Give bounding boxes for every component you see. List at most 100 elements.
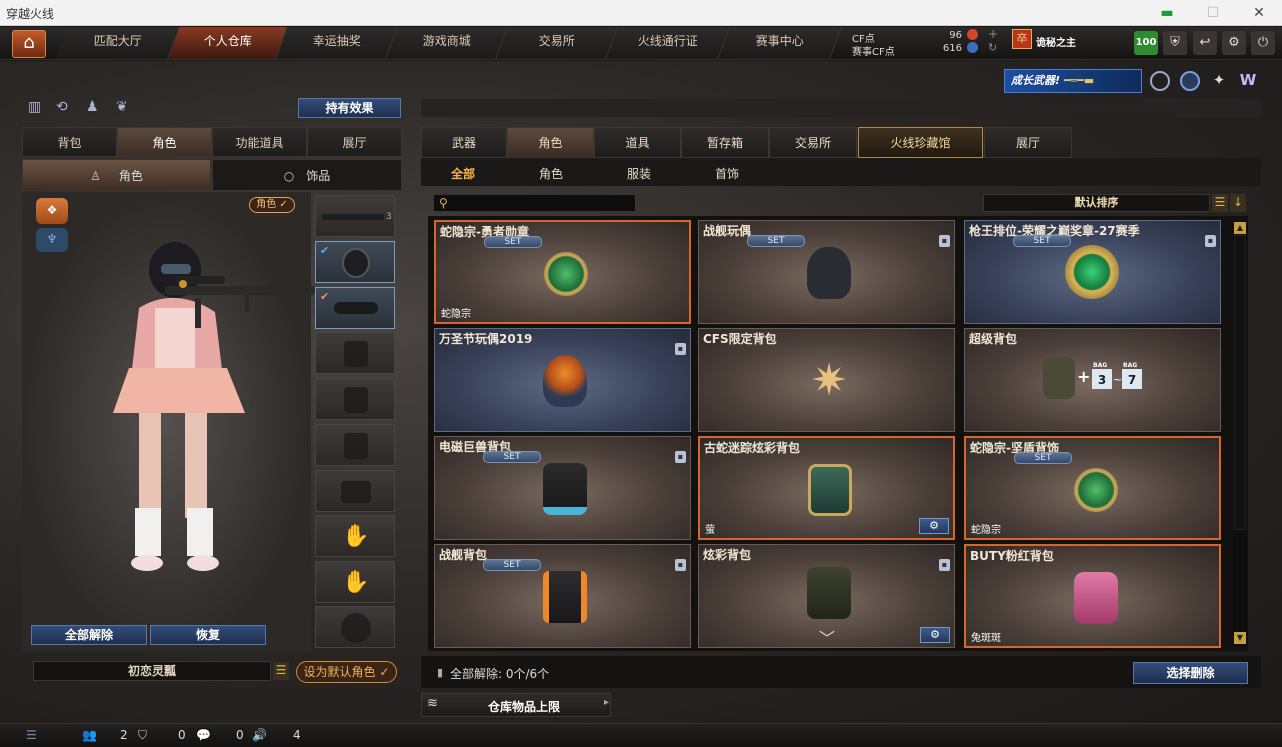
left-tab-hall[interactable]: 展厅 <box>307 127 402 157</box>
lock-icon: ▪ <box>939 235 950 247</box>
rotate-icon[interactable]: ⟲ <box>56 99 68 115</box>
wing-emblem-icon[interactable]: ♆ <box>36 228 68 252</box>
item-card[interactable]: CFS限定背包 ✷ <box>698 328 955 432</box>
subtab-accessory[interactable]: ○ 饰品 <box>212 159 402 191</box>
slot-face[interactable]: ✔ <box>315 287 395 329</box>
settings-gear-icon[interactable]: ⚙ <box>919 518 949 534</box>
set-default-button[interactable]: 设为默认角色 ✓ <box>296 661 397 683</box>
slot-gloves-gold[interactable]: ✋ <box>315 515 395 557</box>
slot-vest[interactable] <box>315 332 395 374</box>
left-tab-tools[interactable]: 功能道具 <box>212 127 307 157</box>
menu-icon[interactable]: ☰ <box>26 728 37 742</box>
home-button[interactable]: ⌂ <box>12 30 46 58</box>
item-card[interactable]: 蛇隐宗-坚盾背饰 SET 蛇隐宗 <box>964 436 1221 540</box>
item-card[interactable]: 炫彩背包 ▪ ﹀ ⚙ <box>698 544 955 648</box>
pink-backpack-icon <box>1074 572 1118 624</box>
right-tab-exchange[interactable]: 交易所 <box>769 127 857 158</box>
globe-icon[interactable] <box>1180 71 1200 91</box>
rank-icon[interactable] <box>1150 71 1170 91</box>
chevron-down-icon[interactable]: ﹀ <box>819 625 835 647</box>
w-logo-icon[interactable]: W <box>1238 71 1258 91</box>
pose-icon[interactable]: ♟ <box>86 99 99 115</box>
nav-tab-pass[interactable]: 火线通行证 <box>606 27 730 59</box>
item-card[interactable]: 电磁巨兽背包 SET ▪ <box>434 436 691 540</box>
layers-icon: ≋ <box>427 696 438 711</box>
power-icon[interactable]: ⏻ <box>1251 31 1275 55</box>
unequip-all-button[interactable]: 全部解除 <box>31 625 147 645</box>
minimize-button[interactable]: ▬ <box>1144 0 1190 26</box>
level-badge: 100 <box>1134 31 1158 55</box>
nav-tab-shop[interactable]: 游戏商城 <box>386 27 508 59</box>
right-tab-storage[interactable]: 暂存箱 <box>681 127 769 158</box>
shield-status-icon[interactable]: ⛉ <box>138 728 147 743</box>
slot-body[interactable] <box>315 424 395 466</box>
item-card[interactable]: 超级背包 + BAG 3 ~ BAG 7 <box>964 328 1221 432</box>
subtab-character[interactable]: ♙ 角色 <box>22 159 211 191</box>
role-badge[interactable]: 角色 ✓ <box>249 197 295 213</box>
item-card[interactable]: BUTY粉红背包 兔斑斑 <box>964 544 1221 648</box>
select-delete-button[interactable]: 选择删除 <box>1133 662 1248 684</box>
slot-pants[interactable] <box>315 470 395 512</box>
spark-icon[interactable]: ✦ <box>1209 71 1229 91</box>
left-tab-character[interactable]: 角色 <box>117 127 212 157</box>
filter-clothing[interactable]: 服装 <box>627 165 651 182</box>
nav-tab-warehouse[interactable]: 个人仓库 <box>168 27 288 59</box>
scroll-down-button[interactable]: ▼ <box>1234 632 1246 644</box>
slot-gloves-white[interactable]: ✋ <box>315 561 395 603</box>
slot-armor[interactable] <box>315 378 395 420</box>
search-input[interactable]: ⚲ <box>433 194 636 212</box>
wolf-emblem-icon[interactable]: ❖ <box>36 198 68 224</box>
search-icon: ⚲ <box>439 196 448 210</box>
left-tab-backpack[interactable]: 背包 <box>22 127 117 157</box>
nav-tab-exchange[interactable]: 交易所 <box>496 27 618 59</box>
back-arrow-icon[interactable]: ↩ <box>1193 31 1217 55</box>
scroll-up-button[interactable]: ▲ <box>1234 222 1246 234</box>
maximize-button[interactable]: ☐ <box>1190 0 1236 26</box>
growth-weapon-banner[interactable]: 成长武器! ━═━▬ <box>1004 69 1142 93</box>
settings-gear-icon[interactable]: ⚙ <box>920 627 950 643</box>
restore-button[interactable]: 恢复 <box>150 625 266 645</box>
nav-tab-lobby[interactable]: 匹配大厅 <box>56 27 180 59</box>
sort-select[interactable]: 默认排序 <box>983 194 1210 212</box>
filter-character[interactable]: 角色 <box>539 165 563 182</box>
item-card[interactable]: 万圣节玩偶2019 ▪ <box>434 328 691 432</box>
right-tab-items[interactable]: 道具 <box>594 127 681 158</box>
filter-all[interactable]: 全部 <box>451 165 475 182</box>
item-card[interactable]: 战舰背包 SET ▪ <box>434 544 691 648</box>
pet-icon[interactable]: ❦ <box>116 99 128 115</box>
list-icon[interactable]: ☰ <box>273 662 289 680</box>
right-tab-hall[interactable]: 展厅 <box>984 127 1072 158</box>
refresh-icon[interactable]: ↻ <box>988 41 997 54</box>
right-tab-character[interactable]: 角色 <box>507 127 594 158</box>
recharge-plus-icon[interactable]: + <box>988 27 998 41</box>
gear-icon[interactable]: ⚙ <box>1222 31 1246 55</box>
right-tab-weapons[interactable]: 武器 <box>421 127 507 158</box>
username[interactable]: 诡秘之主 <box>1036 34 1076 49</box>
effects-button[interactable]: 持有效果 <box>298 98 401 118</box>
item-card[interactable]: 蛇隐宗-勇者勋章 SET 蛇隐宗 <box>434 220 691 324</box>
character-name-field[interactable]: 初恋灵瓢 <box>33 661 271 681</box>
nav-tab-lottery[interactable]: 幸运抽奖 <box>276 27 398 59</box>
chat-icon[interactable]: 💬 <box>196 728 211 742</box>
character-figure <box>113 242 315 571</box>
pumpkin-doll-icon <box>543 355 587 407</box>
close-button[interactable]: ✕ <box>1236 0 1282 26</box>
storage-limit-bar[interactable]: ≋ 仓库物品上限 ▸ <box>421 693 611 717</box>
item-card[interactable]: 枪王排位-荣耀之巅奖章-27赛季 SET ▪ <box>964 220 1221 324</box>
sort-direction-icon[interactable]: ↓ <box>1230 194 1246 212</box>
slot-accessory[interactable] <box>315 606 395 648</box>
checkmark-icon: ✔ <box>320 244 330 257</box>
scrollbar-thumb[interactable] <box>1234 235 1246 530</box>
friends-icon[interactable]: 👥 <box>82 728 97 742</box>
filter-jewelry[interactable]: 首饰 <box>715 165 739 182</box>
right-tab-collection[interactable]: 火线珍藏馆 <box>858 127 983 158</box>
stats-icon[interactable]: ▥ <box>28 99 41 115</box>
slot-head[interactable]: ✔ <box>315 241 395 283</box>
sort-list-icon[interactable]: ☰ <box>1212 194 1228 212</box>
slot-weapon[interactable]: 3 <box>315 195 395 237</box>
volume-icon[interactable]: 🔊 <box>252 728 267 742</box>
nav-tab-events[interactable]: 赛事中心 <box>718 27 842 59</box>
shield-icon[interactable]: ⛨ <box>1163 31 1187 55</box>
item-card[interactable]: 古蛇迷踪炫彩背包 萤 ⚙ <box>698 436 955 540</box>
item-card[interactable]: 战舰玩偶 SET ▪ <box>698 220 955 324</box>
